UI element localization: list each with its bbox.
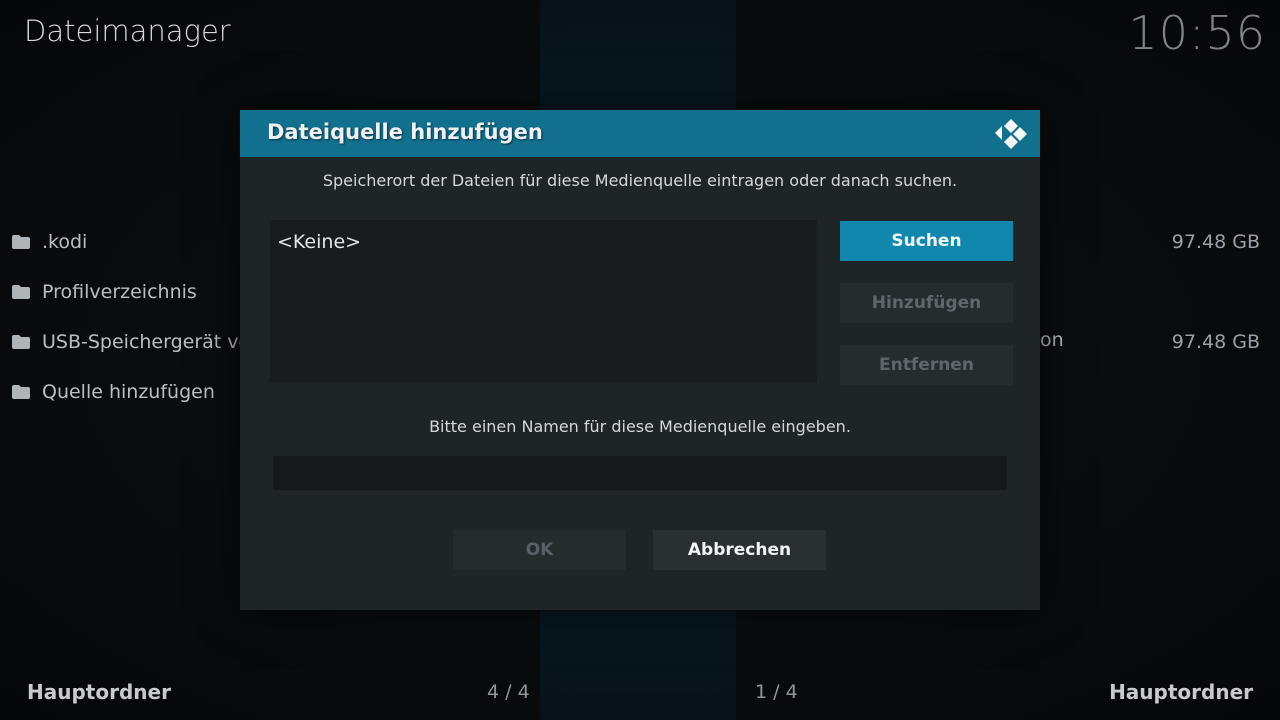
add-path-button[interactable]: Hinzufügen [840, 283, 1013, 323]
list-item[interactable]: Profilverzeichnis [12, 267, 197, 317]
list-item-label: .kodi [42, 231, 88, 253]
folder-icon [12, 235, 30, 249]
ok-button[interactable]: OK [453, 530, 626, 570]
app-title: Dateimanager [24, 14, 231, 48]
source-path-item[interactable]: <Keine> [277, 231, 361, 253]
remove-path-button[interactable]: Entfernen [840, 345, 1013, 385]
drive-size: 97.48 GB [1171, 231, 1260, 253]
cancel-button[interactable]: Abbrechen [653, 530, 826, 570]
folder-icon [12, 385, 30, 399]
kodi-logo-icon [995, 119, 1027, 149]
folder-icon [12, 285, 30, 299]
list-item-label: USB-Speichergerät vo [42, 331, 251, 353]
source-name-input[interactable] [273, 456, 1007, 490]
list-item[interactable]: Quelle hinzufügen [12, 367, 215, 417]
left-pane-item-count: 4 / 4 [487, 681, 530, 703]
dialog-title: Dateiquelle hinzufügen [267, 120, 543, 144]
clock: 10:56 [1128, 6, 1266, 60]
source-path-list[interactable]: <Keine> [270, 220, 817, 382]
list-item-label: Quelle hinzufügen [42, 381, 215, 403]
list-item[interactable]: .kodi [12, 217, 87, 267]
list-item-label: Profilverzeichnis [42, 281, 197, 303]
left-pane-footer-title: Hauptordner [27, 680, 171, 704]
name-hint: Bitte einen Namen für diese Medienquelle… [429, 417, 851, 436]
right-pane-item-count: 1 / 4 [755, 681, 798, 703]
folder-icon [12, 335, 30, 349]
right-pane-footer-title: Hauptordner [1109, 680, 1253, 704]
location-hint: Speicherort der Dateien für diese Medien… [322, 171, 958, 190]
drive-size: 97.48 GB [1171, 331, 1260, 353]
dialog-header: Dateiquelle hinzufügen [240, 110, 1040, 157]
right-list-item-fragment[interactable]: on [1040, 329, 1064, 351]
list-item[interactable]: USB-Speichergerät vo [12, 317, 250, 367]
browse-button[interactable]: Suchen [840, 221, 1013, 261]
add-source-dialog: Dateiquelle hinzufügen Speicherort der D… [240, 110, 1040, 610]
